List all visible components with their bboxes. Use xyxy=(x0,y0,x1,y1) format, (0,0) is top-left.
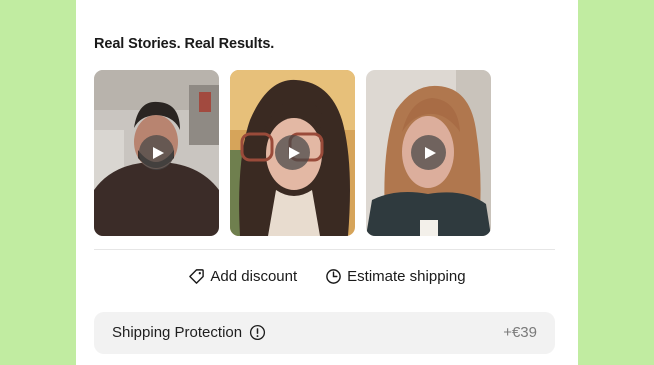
play-button[interactable] xyxy=(275,135,310,170)
add-discount-label: Add discount xyxy=(210,268,298,285)
cart-actions: Add discount Estimate shipping xyxy=(76,268,578,285)
play-icon xyxy=(424,146,436,159)
section-title: Real Stories. Real Results. xyxy=(94,36,275,52)
estimate-shipping-label: Estimate shipping xyxy=(347,268,466,285)
play-icon xyxy=(288,146,300,159)
shipping-protection-row[interactable]: Shipping Protection +€39 xyxy=(94,312,555,354)
testimonial-video-1[interactable] xyxy=(94,70,219,236)
divider xyxy=(94,249,555,250)
info-icon[interactable] xyxy=(249,324,266,341)
add-discount-button[interactable]: Add discount xyxy=(188,268,297,285)
shipping-protection-label-group: Shipping Protection xyxy=(112,324,266,341)
testimonial-videos xyxy=(94,70,491,236)
cart-panel: Real Stories. Real Results. Add discount… xyxy=(76,0,578,365)
play-button[interactable] xyxy=(411,135,446,170)
play-icon xyxy=(152,146,164,159)
testimonial-video-3[interactable] xyxy=(366,70,491,236)
clock-icon xyxy=(326,269,341,284)
shipping-protection-label: Shipping Protection xyxy=(112,324,243,341)
estimate-shipping-button[interactable]: Estimate shipping xyxy=(325,268,466,285)
testimonial-video-2[interactable] xyxy=(230,70,355,236)
play-button[interactable] xyxy=(139,135,174,170)
tag-icon xyxy=(189,269,205,284)
shipping-protection-price: +€39 xyxy=(503,324,537,341)
